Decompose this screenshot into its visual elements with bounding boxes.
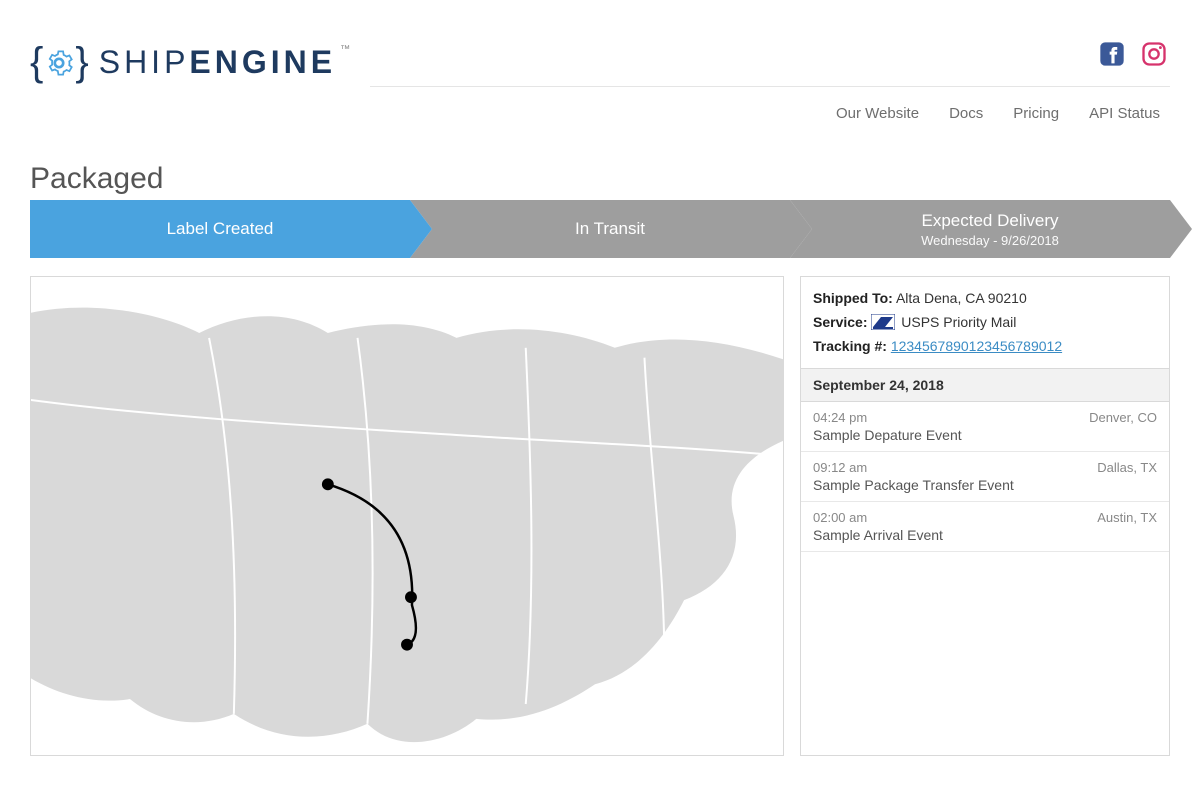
tracking-label: Tracking #: — [813, 338, 887, 354]
step-label: In Transit — [575, 219, 645, 238]
page-title: Packaged — [30, 162, 1170, 196]
header-right: Our Website Docs Pricing API Status — [370, 40, 1170, 130]
events-date-header: September 24, 2018 — [801, 369, 1169, 402]
event-description: Sample Arrival Event — [813, 527, 1157, 543]
shipped-to-label: Shipped To: — [813, 290, 893, 306]
route-map — [30, 276, 784, 756]
event-time: 09:12 am — [813, 460, 867, 475]
event-location: Denver, CO — [1089, 410, 1157, 425]
event-time: 04:24 pm — [813, 410, 867, 425]
brand-name: SHIPENGINE™ — [99, 44, 350, 81]
brand-logo[interactable]: { } SHIPENGINE™ — [30, 40, 350, 85]
nav-link-pricing[interactable]: Pricing — [1013, 105, 1059, 122]
event-location: Austin, TX — [1097, 510, 1157, 525]
usa-map-svg — [31, 277, 783, 755]
shipped-to-value: Alta Dena, CA 90210 — [896, 290, 1027, 306]
route-point-mid — [405, 591, 417, 603]
instagram-icon[interactable] — [1140, 40, 1168, 68]
step-label: Label Created — [167, 219, 274, 238]
tracking-event: 04:24 pm Denver, CO Sample Depature Even… — [801, 402, 1169, 452]
event-location: Dallas, TX — [1097, 460, 1157, 475]
logo-brackets: { } — [30, 40, 89, 85]
step-label-created: Label Created — [30, 200, 410, 258]
step-label: Expected Delivery — [921, 211, 1058, 230]
step-sublabel: Wednesday - 9/26/2018 — [921, 233, 1059, 248]
top-nav: Our Website Docs Pricing API Status — [836, 105, 1170, 130]
facebook-icon[interactable] — [1098, 40, 1126, 68]
route-point-dest — [401, 639, 413, 651]
progress-tracker: Label Created In Transit Expected Delive… — [30, 200, 1170, 258]
tracking-event: 09:12 am Dallas, TX Sample Package Trans… — [801, 452, 1169, 502]
route-point-origin — [322, 478, 334, 490]
details-header: Shipped To: Alta Dena, CA 90210 Service:… — [801, 277, 1169, 369]
nav-link-docs[interactable]: Docs — [949, 105, 983, 122]
service-value: USPS Priority Mail — [901, 314, 1016, 330]
header: { } SHIPENGINE™ — [30, 40, 1170, 130]
service-label: Service: — [813, 314, 867, 330]
nav-separator — [370, 86, 1170, 87]
event-description: Sample Depature Event — [813, 427, 1157, 443]
step-in-transit: In Transit — [410, 200, 790, 258]
main-content: Shipped To: Alta Dena, CA 90210 Service:… — [30, 276, 1170, 756]
gear-icon — [45, 49, 73, 77]
tracking-details: Shipped To: Alta Dena, CA 90210 Service:… — [800, 276, 1170, 756]
event-description: Sample Package Transfer Event — [813, 477, 1157, 493]
usps-icon — [871, 314, 895, 330]
nav-link-website[interactable]: Our Website — [836, 105, 919, 122]
social-links — [1098, 40, 1170, 68]
step-expected-delivery: Expected Delivery Wednesday - 9/26/2018 — [790, 200, 1170, 258]
nav-link-apistatus[interactable]: API Status — [1089, 105, 1160, 122]
tracking-event: 02:00 am Austin, TX Sample Arrival Event — [801, 502, 1169, 552]
page-container: { } SHIPENGINE™ — [0, 0, 1200, 756]
tracking-number-link[interactable]: 1234567890123456789012 — [891, 338, 1062, 354]
event-time: 02:00 am — [813, 510, 867, 525]
